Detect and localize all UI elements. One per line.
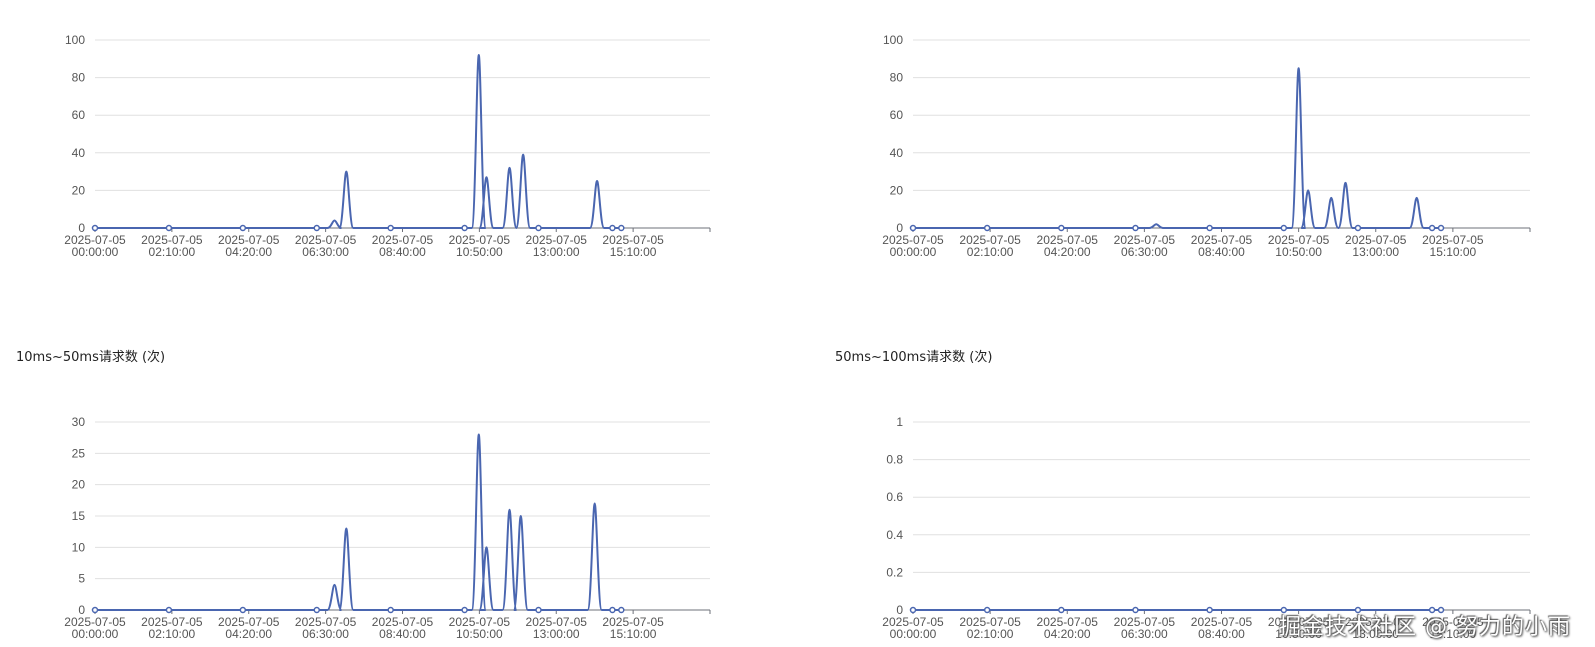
y-tick-label: 60 [890,108,904,122]
x-tick-label: 2025-07-05 00:00:00 [64,615,126,641]
y-tick-label: 1 [896,415,903,429]
series-line [913,67,1442,229]
data-point [535,224,542,232]
line-chart-10-50ms: 0510152025302025-07-05 00:00:002025-07-05… [64,415,711,641]
y-tick-label: 80 [72,71,86,85]
data-point [1280,224,1288,232]
chart-panel-top-right: 0 20 40 60 80 100 2025-07-05 00:00:00 2025-07-05… [819,0,1595,300]
x-tick-label: 2025-07-05 08:40:00 [372,615,434,641]
data-point [461,606,468,614]
data-point [165,606,173,614]
y-tick-label: 20 [890,183,904,197]
x-tick-label: 2025-07-05 15:10:00 [602,233,664,259]
data-point [239,606,247,614]
data-point [983,224,991,232]
data-point [1428,224,1436,232]
x-tick-label: 2025-07-05 06:30:00 [295,233,357,259]
line-chart-top-right: 0204060801002025-07-05 00:00:002025-07-05… [882,33,1531,259]
y-tick-label: 0.8 [886,453,903,467]
y-tick-label: 60 [72,108,86,122]
data-point [1206,606,1213,614]
data-point [1354,224,1362,232]
x-tick-label: 2025-07-05 08:40:00 [1191,615,1253,641]
y-tick-label: 100 [883,33,903,47]
data-point [387,224,394,232]
y-tick-label: 30 [72,415,86,429]
y-tick-label: 15 [72,509,86,523]
data-point [91,606,99,614]
x-tick-label: 2025-07-05 06:30:00 [295,615,357,641]
data-point [535,606,542,614]
data-point [313,606,321,614]
x-tick-label: 2025-07-05 15:10:00 [602,615,664,641]
x-tick-label: 2025-07-05 13:00:00 [1345,233,1407,259]
line-chart-50-100ms: 00.20.40.60.812025-07-05 00:00:002025-07-… [882,415,1531,641]
x-tick-label: 2025-07-05 15:10:00 [1422,233,1484,259]
y-tick-label: 80 [890,71,904,85]
data-point [1206,224,1213,232]
x-tick-label: 2025-07-05 00:00:00 [64,233,126,259]
chart-panel-bottom-right: 50ms~100ms请求数 (次) 0 0.2 0.4 0.6 0.8 1 2025-07-… [819,330,1595,647]
x-tick-label: 2025-07-05 00:00:00 [882,615,944,641]
data-point [1132,224,1139,232]
data-point [461,224,468,232]
x-tick-label: 2025-07-05 04:20:00 [218,615,280,641]
x-tick-label: 2025-07-05 10:50:00 [449,615,511,641]
data-point [1132,606,1139,614]
x-tick-label: 2025-07-05 13:00:00 [526,615,588,641]
chart-panel-top-left: 0 20 40 60 80 100 2025-07-05 00:00:00 2025-07-05… [0,0,790,300]
y-tick-label: 10 [72,540,86,554]
x-tick-label: 2025-07-05 08:40:00 [1191,233,1253,259]
x-tick-label: 2025-07-05 10:50:00 [449,233,511,259]
x-tick-label: 2025-07-05 04:20:00 [1037,233,1099,259]
data-point [909,224,917,232]
data-point [313,224,321,232]
y-tick-label: 0.4 [886,528,903,542]
data-point [909,606,917,614]
y-tick-label: 0.6 [886,490,903,504]
y-tick-label: 100 [65,33,85,47]
x-tick-label: 2025-07-05 02:10:00 [141,615,203,641]
y-tick-label: 0.2 [886,565,903,579]
data-point [609,606,616,614]
series-line [95,433,622,611]
y-tick-label: 40 [890,146,904,160]
data-point [1437,224,1445,232]
line-chart-top-left: 0204060801002025-07-05 00:00:002025-07-05… [64,33,711,259]
y-tick-label: 20 [72,478,86,492]
data-point [618,606,625,614]
x-tick-label: 2025-07-05 10:50:00 [1268,233,1330,259]
x-tick-label: 2025-07-05 06:30:00 [1114,615,1176,641]
x-tick-label: 2025-07-05 02:10:00 [141,233,203,259]
chart-panel-bottom-left: 10ms~50ms请求数 (次) 0 5 10 15 20 25 30 2025-07-05 0… [0,330,790,647]
data-point [1058,224,1065,232]
data-point [609,224,616,232]
watermark-text: 掘金技术社区 @ 努力的小雨 [1279,615,1571,640]
data-point [165,224,173,232]
data-point [239,224,247,232]
y-tick-label: 25 [72,446,86,460]
x-tick-label: 2025-07-05 06:30:00 [1114,233,1176,259]
x-tick-label: 2025-07-05 02:10:00 [959,233,1021,259]
data-point [1058,606,1065,614]
data-point [91,224,99,232]
data-point [983,606,991,614]
series-line [95,54,622,229]
y-tick-label: 20 [72,183,86,197]
x-tick-label: 2025-07-05 08:40:00 [372,233,434,259]
x-tick-label: 2025-07-05 02:10:00 [959,615,1021,641]
x-tick-label: 2025-07-05 00:00:00 [882,233,944,259]
y-tick-label: 40 [72,146,86,160]
data-point [618,224,625,232]
x-tick-label: 2025-07-05 04:20:00 [218,233,280,259]
y-tick-label: 5 [78,572,85,586]
data-point [387,606,394,614]
x-tick-label: 2025-07-05 04:20:00 [1037,615,1099,641]
x-tick-label: 2025-07-05 13:00:00 [526,233,588,259]
